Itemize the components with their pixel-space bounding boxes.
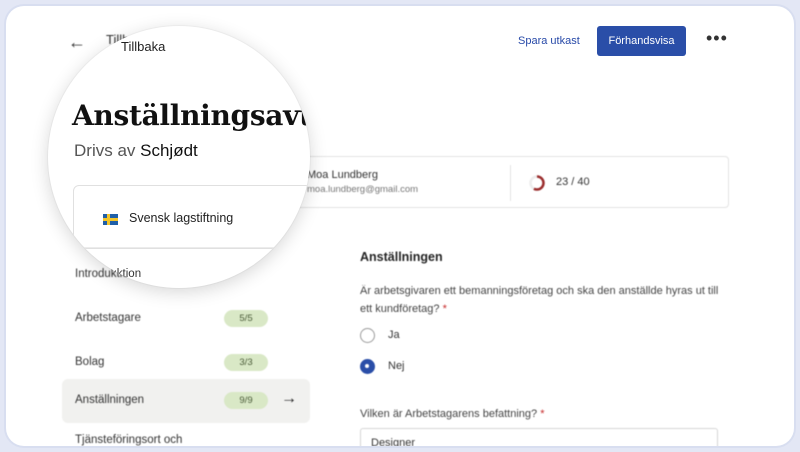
sidebar-item-label-magnified: Introduktion — [81, 268, 142, 280]
save-draft-button[interactable]: Spara utkast — [518, 35, 580, 47]
back-arrow-icon[interactable]: ← — [68, 32, 86, 53]
sidebar-item-label: Tjänsteföringsort och — [75, 434, 183, 446]
user-email: moa.lundberg@gmail.com — [307, 184, 419, 195]
position-field[interactable]: Designer — [360, 428, 718, 446]
user-progress-card: Moa Lundberg moa.lundberg@gmail.com 23 /… — [261, 156, 729, 208]
app-window: ← Tillbaka Spara utkast Förhandsvisa •••… — [6, 6, 794, 446]
radio-option-ja[interactable]: Ja — [360, 326, 400, 344]
position-question: Vilken är Arbetstagarens befattning? * — [360, 408, 544, 420]
powered-by: Drivs av Schjødt — [74, 141, 198, 161]
swedish-flag-icon — [103, 214, 118, 225]
arrow-right-icon: → — [281, 390, 297, 407]
status-badge: 5/5 — [224, 310, 268, 327]
progress-count: 23 / 40 — [556, 176, 590, 188]
sidebar-item-arbetstagare[interactable]: Arbetstagare 5/5 — [62, 297, 310, 341]
position-label: Vilken är Arbetstagarens befattning? — [360, 408, 538, 420]
sidebar-item-label: Anställningen — [75, 394, 145, 406]
magnifier-lens: Tillbaka Anställningsavtal Drivs av Schj… — [48, 26, 310, 288]
radio-label: Ja — [388, 329, 400, 341]
brand-name: Schjødt — [140, 141, 198, 160]
page-title: Anställningsavtal — [72, 99, 310, 132]
radio-button[interactable] — [360, 327, 375, 343]
radio-label: Nej — [388, 360, 405, 372]
sidebar-item-tjanstgoringsort[interactable]: Tjänsteföringsort och — [62, 424, 310, 446]
preview-button[interactable]: Förhandsvisa — [597, 26, 686, 56]
required-mark: * — [540, 408, 545, 420]
legislation-card: Svensk lagstiftning — [73, 185, 310, 249]
sidebar-item-anstallningen[interactable]: Anställningen 9/9 → — [62, 379, 310, 423]
status-badge: 3/3 — [224, 354, 268, 371]
section-title: Anställningen — [360, 250, 443, 264]
progress-ring-icon — [529, 175, 545, 191]
legislation-label: Svensk lagstiftning — [129, 211, 234, 225]
required-mark: * — [442, 303, 447, 315]
radio-button-selected[interactable] — [360, 358, 375, 374]
radio-option-nej[interactable]: Nej — [360, 357, 405, 375]
more-options-icon[interactable]: ••• — [706, 28, 728, 49]
back-link-magnified[interactable]: Tillbaka — [121, 39, 165, 54]
status-badge: 9/9 — [224, 392, 268, 409]
sidebar-item-label: Bolag — [75, 356, 105, 368]
powered-by-label: Drivs av — [74, 141, 136, 160]
card-divider — [510, 165, 511, 201]
user-name: Moa Lundberg — [307, 169, 378, 181]
question-label: Är arbetsgivaren ett bemanningsföretag o… — [360, 285, 719, 315]
divider — [48, 247, 310, 248]
question-text: Är arbetsgivaren ett bemanningsföretag o… — [360, 282, 720, 318]
sidebar-item-label: Arbetstagare — [75, 312, 141, 324]
